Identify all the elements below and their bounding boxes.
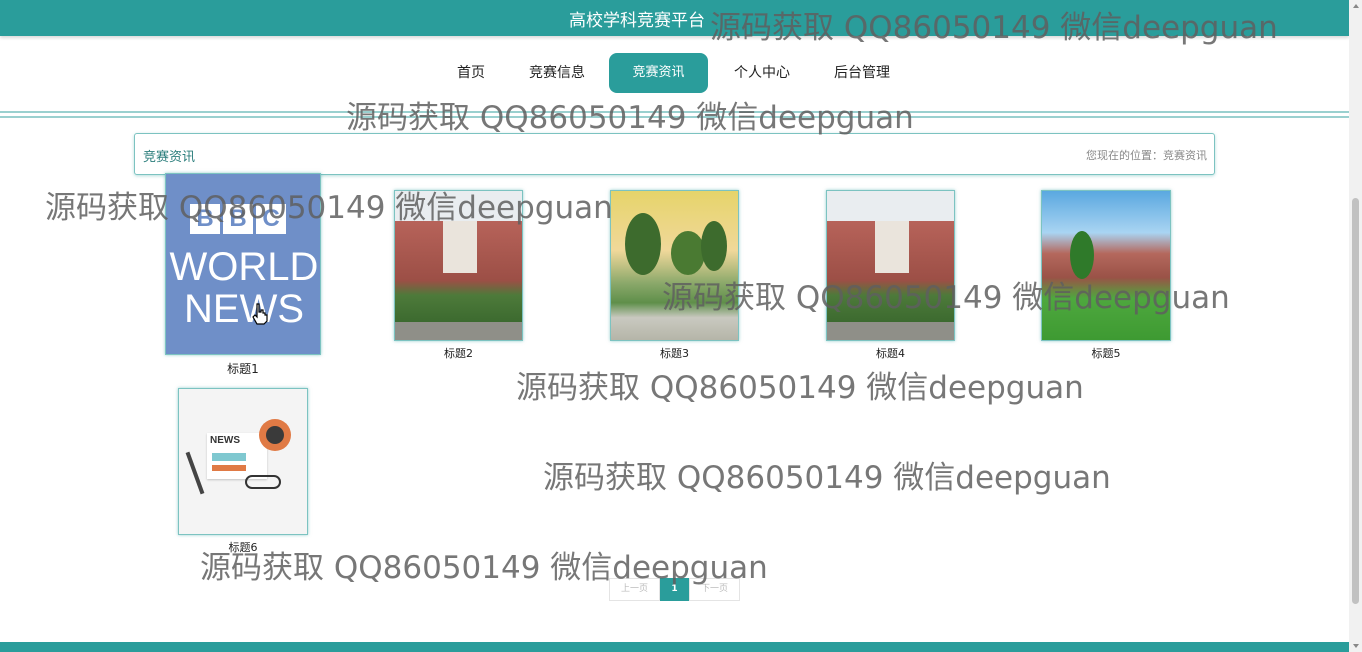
coffee [266,426,284,444]
section-title: 竞赛资讯 [143,150,196,165]
news-caption[interactable]: 标题3 [610,345,739,361]
news-card[interactable]: 标题3 [610,190,739,360]
news-caption[interactable]: 标题2 [394,345,523,361]
news-thumbnail[interactable] [394,190,523,341]
news-card[interactable]: 标题2 [394,190,523,360]
page-1-button[interactable]: 1 [660,578,689,601]
watermark: 源码获取 QQ86050149 微信deepguan [45,190,613,226]
tree [701,221,727,271]
footer [0,642,1349,652]
prev-page-button[interactable]: 上一页 [609,578,660,601]
scroll-down-icon[interactable] [1353,644,1359,648]
scroll-thumb[interactable] [1352,198,1359,604]
nav-competition-news[interactable]: 竞赛资讯 [609,53,708,93]
pen-icon [185,451,205,495]
hand-cursor-icon [252,303,268,329]
news-caption[interactable]: 标题1 [165,360,321,377]
nav-divider [0,111,1349,113]
scrollbar[interactable] [1349,0,1362,652]
nav-home[interactable]: 首页 [446,53,496,93]
nav-competition-info[interactable]: 竞赛信息 [518,53,596,93]
tree [671,231,705,275]
nav-personal-center[interactable]: 个人中心 [723,53,801,93]
news-thumbnail[interactable] [826,190,955,341]
news-caption[interactable]: 标题5 [1041,345,1171,361]
newspaper-block [212,453,246,461]
site-title: 高校学科竞赛平台 [569,11,705,31]
thumb-text: NEWS [184,287,304,331]
bbc-logo: B B C [190,204,286,234]
top-bar: 高校学科竞赛平台 [0,0,1349,36]
news-card[interactable]: 标题4 [826,190,955,360]
news-thumbnail[interactable] [610,190,739,341]
scroll-up-icon[interactable] [1353,4,1359,8]
building-portico [443,221,477,273]
building-portico [875,221,909,273]
pagination: 上一页 1 下一页 [609,578,740,601]
news-thumbnail[interactable]: B B C WORLD NEWS [165,173,321,355]
news-thumbnail[interactable] [1041,190,1171,341]
tree [1070,231,1094,279]
thumb-text: NEWS [210,435,240,446]
watermark: 源码获取 QQ86050149 微信deepguan [543,460,1111,496]
nav-divider [0,116,1349,118]
tree [625,213,661,275]
news-card[interactable]: B B C WORLD NEWS 标题1 [165,173,321,378]
news-caption[interactable]: 标题4 [826,345,955,361]
nav-admin[interactable]: 后台管理 [823,53,901,93]
thumb-text: WORLD [169,245,319,289]
page: 高校学科竞赛平台 首页 竞赛信息 竞赛资讯 个人中心 后台管理 竞赛资讯 您现在… [0,0,1362,652]
breadcrumb: 您现在的位置：竞赛资讯 [1086,149,1207,162]
section-header: 竞赛资讯 您现在的位置：竞赛资讯 [134,133,1215,175]
coffee-cup-icon [259,419,291,451]
watermark: 源码获取 QQ86050149 微信deepguan [516,370,1084,406]
glasses-icon [245,475,281,489]
news-card[interactable]: 标题5 [1041,190,1171,360]
newspaper-icon: NEWS [207,433,267,479]
next-page-button[interactable]: 下一页 [689,578,740,601]
newspaper-block [212,465,246,471]
news-caption[interactable]: 标题6 [178,539,308,555]
news-thumbnail[interactable]: NEWS [178,388,308,535]
news-card[interactable]: NEWS 标题6 [178,388,308,554]
main-nav: 首页 竞赛信息 竞赛资讯 个人中心 后台管理 [0,36,1349,112]
